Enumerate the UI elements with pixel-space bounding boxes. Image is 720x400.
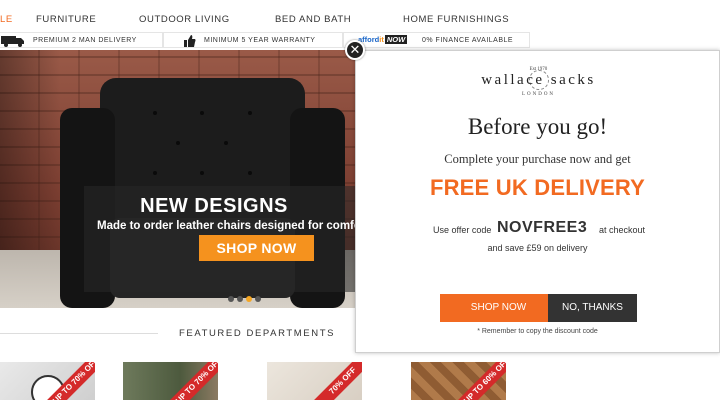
exit-intent-popup: Est 1970 wallace sacks LONDON Before you… — [355, 50, 720, 353]
carousel-dot[interactable] — [228, 296, 234, 302]
hero-shop-now-button[interactable]: SHOP NOW — [199, 235, 314, 261]
popup-subtitle: Complete your purchase now and get — [444, 152, 631, 166]
popup-title: Before you go! — [467, 114, 608, 139]
close-icon[interactable]: ✕ — [345, 40, 365, 60]
nav-item-home-furnishings[interactable]: HOME FURNISHINGS — [403, 14, 509, 25]
sale-banner: UP TO 70% OFF — [162, 362, 218, 400]
carousel-dot-active[interactable] — [246, 296, 252, 302]
hero-banner[interactable]: NEW DESIGNS Made to order leather chairs… — [0, 50, 356, 308]
offer-code-label: Use offer code — [433, 225, 492, 235]
reminder-text: * Remember to copy the discount code — [477, 328, 598, 335]
offer-code-suffix: at checkout — [599, 225, 646, 235]
carousel-dot[interactable] — [237, 296, 243, 302]
popup-headline: FREE UK DELIVERY — [429, 175, 646, 200]
carousel-dot[interactable] — [255, 296, 261, 302]
usp-delivery: PREMIUM 2 MAN DELIVERY — [0, 32, 163, 48]
thumbs-up-icon — [184, 35, 196, 47]
hero-subline: Made to order leather chairs designed fo… — [97, 220, 356, 232]
department-tile[interactable]: UP TO 70% OFF — [123, 362, 218, 400]
affordit-logo: affordit NOW — [358, 35, 408, 44]
usp-finance: affordit NOW 0% FINANCE AVAILABLE — [343, 32, 530, 48]
nav-item-furniture[interactable]: FURNITURE — [36, 14, 96, 25]
wallace-sacks-logo: Est 1970 wallace sacks LONDON — [481, 67, 596, 97]
hero-headline: NEW DESIGNS — [140, 195, 288, 217]
featured-departments-title: FEATURED DEPARTMENTS — [179, 328, 336, 339]
divider — [0, 333, 158, 334]
sale-banner: UP TO 60% OFF — [450, 362, 506, 400]
department-tile[interactable]: UP TO 60% OFF — [411, 362, 506, 400]
savings-text: and save £59 on delivery — [487, 243, 588, 253]
sale-banner: 70% OFF — [306, 362, 362, 400]
nav-item-outdoor-living[interactable]: OUTDOOR LIVING — [139, 14, 230, 25]
no-thanks-button[interactable]: NO, THANKS — [548, 294, 637, 322]
nav-item-bed-and-bath[interactable]: BED AND BATH — [275, 14, 351, 25]
offer-code[interactable]: NOVFREE3 — [497, 219, 587, 237]
department-tile[interactable]: UP TO 70% OFF — [0, 362, 95, 400]
popup-shop-now-button[interactable]: SHOP NOW — [440, 294, 557, 322]
usp-warranty: MINIMUM 5 YEAR WARRANTY — [163, 32, 343, 48]
department-tile[interactable]: 70% OFF — [267, 362, 362, 400]
carousel-dots — [228, 289, 264, 307]
nav-item-sale[interactable]: LE — [0, 14, 13, 25]
delivery-van-icon — [1, 36, 24, 47]
top-navigation: LE FURNITURE OUTDOOR LIVING BED AND BATH… — [0, 0, 530, 34]
usp-bar: PREMIUM 2 MAN DELIVERY MINIMUM 5 YEAR WA… — [0, 32, 530, 48]
